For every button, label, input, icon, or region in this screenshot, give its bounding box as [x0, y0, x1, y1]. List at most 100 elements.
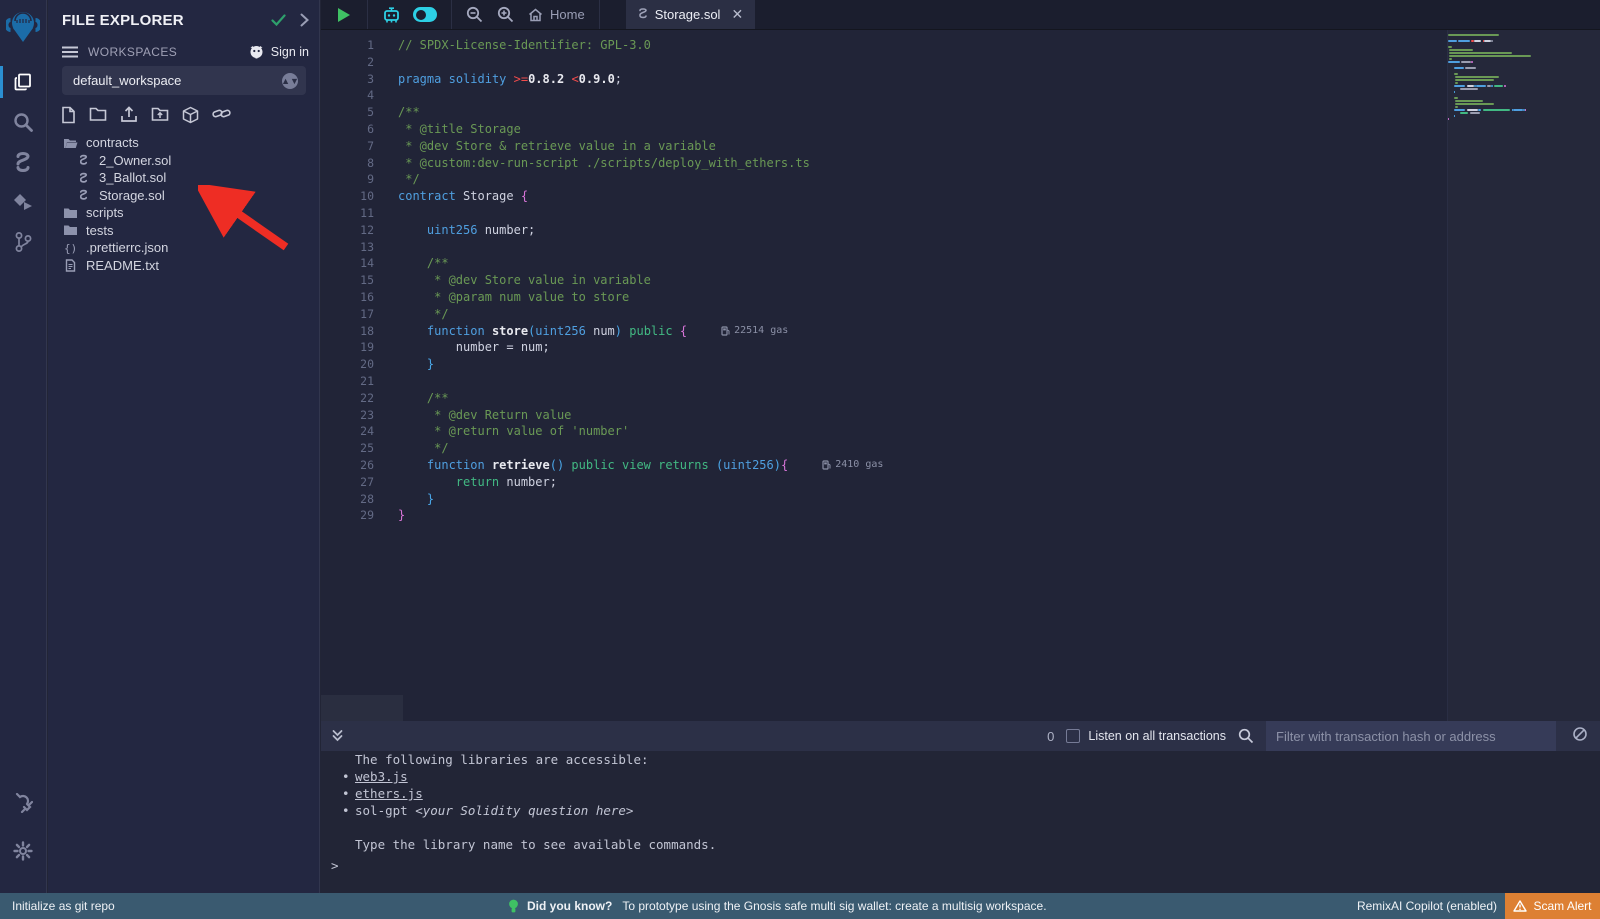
cube-icon[interactable]: [182, 106, 199, 124]
workspaces-label: WORKSPACES: [88, 45, 177, 59]
git-init-status[interactable]: Initialize as git repo: [12, 893, 115, 919]
terminal-line: The following libraries are accessible:: [321, 751, 1600, 768]
line-number: 20: [321, 356, 398, 373]
terminal-prompt[interactable]: >: [331, 858, 339, 873]
file-tree: contracts2_Owner.sol3_Ballot.solStorage.…: [48, 134, 319, 274]
upload-folder-icon[interactable]: [151, 106, 169, 124]
terminal-link[interactable]: web3.js: [355, 769, 408, 784]
transaction-count: 0: [1047, 729, 1054, 744]
file-tree-item-2-owner-sol[interactable]: 2_Owner.sol: [48, 152, 319, 170]
gas-estimate: 22514 gas: [721, 323, 788, 340]
code-line-17: 17 */: [321, 306, 1448, 323]
code-line-21: 21: [321, 373, 1448, 390]
code-line-4: 4: [321, 87, 1448, 104]
file-tree-item-readme-txt[interactable]: README.txt: [48, 257, 319, 275]
line-number: 5: [321, 104, 398, 121]
terminal-link[interactable]: ethers.js: [355, 786, 423, 801]
file-actions-toolbar: [61, 106, 231, 124]
file-tree-item-contracts[interactable]: contracts: [48, 134, 319, 152]
minimap[interactable]: [1448, 34, 1534, 121]
remix-logo-icon[interactable]: [3, 6, 43, 50]
did-you-know-tip: Did you know? To prototype using the Gno…: [508, 893, 1047, 919]
settings-icon[interactable]: [13, 831, 33, 871]
listen-checkbox[interactable]: [1066, 729, 1080, 743]
copilot-toggle[interactable]: [413, 7, 437, 22]
code-line-19: 19 number = num;: [321, 339, 1448, 356]
code-line-20: 20 }: [321, 356, 1448, 373]
upload-file-icon[interactable]: [120, 106, 138, 124]
file-tree-item-storage-sol[interactable]: Storage.sol: [48, 187, 319, 205]
chevron-right-icon[interactable]: [300, 13, 309, 27]
home-icon: [528, 8, 543, 22]
code-line-15: 15 * @dev Store value in variable: [321, 272, 1448, 289]
activity-bar: [0, 0, 47, 893]
line-number: 17: [321, 306, 398, 323]
line-number: 12: [321, 222, 398, 239]
file-icon: [63, 259, 78, 272]
code-line-5: 5/**: [321, 104, 1448, 121]
tab-storage-sol[interactable]: Storage.sol ✕: [626, 0, 756, 29]
new-folder-icon[interactable]: [89, 106, 107, 124]
file-label: README.txt: [86, 258, 159, 273]
file-tree-item--prettierrc-json[interactable]: {).prettierrc.json: [48, 239, 319, 257]
tab-label: Storage.sol: [655, 7, 721, 22]
line-number: 29: [321, 507, 398, 524]
ai-copilot-robot-icon[interactable]: [382, 6, 401, 24]
file-tree-item-3-ballot-sol[interactable]: 3_Ballot.sol: [48, 169, 319, 187]
run-script-button[interactable]: [337, 7, 351, 23]
file-tree-item-tests[interactable]: tests: [48, 222, 319, 240]
warning-icon: [1513, 900, 1527, 912]
code-line-6: 6 * @title Storage: [321, 121, 1448, 138]
editor-overview-strip: [1447, 30, 1600, 721]
home-tab-button[interactable]: Home: [528, 7, 585, 22]
hamburger-menu-icon[interactable]: [62, 46, 78, 58]
folder-open-icon: [63, 137, 78, 149]
terminal-output[interactable]: The following libraries are accessible:•…: [321, 751, 1600, 893]
plugin-manager-icon[interactable]: [13, 783, 33, 823]
file-tree-item-scripts[interactable]: scripts: [48, 204, 319, 222]
terminal-line: •sol-gpt <your Solidity question here>: [321, 802, 1600, 819]
line-number: 16: [321, 289, 398, 306]
code-line-7: 7 * @dev Store & retrieve value in a var…: [321, 138, 1448, 155]
listen-all-transactions: Listen on all transactions: [1066, 729, 1226, 743]
sign-in-button[interactable]: Sign in: [248, 45, 309, 59]
solidity-compiler-icon[interactable]: [0, 142, 46, 182]
code-line-8: 8 * @custom:dev-run-script ./scripts/dep…: [321, 155, 1448, 172]
solidity-file-icon: [638, 7, 648, 23]
zoom-in-icon[interactable]: [497, 6, 514, 23]
line-number: 25: [321, 440, 398, 457]
code-line-25: 25 */: [321, 440, 1448, 457]
editor-gutter-shade: [321, 695, 403, 721]
workspace-select[interactable]: default_workspace ▲▼: [62, 66, 306, 95]
terminal-header: 0 Listen on all transactions: [321, 721, 1600, 751]
code-line-14: 14 /**: [321, 255, 1448, 272]
tab-close-icon[interactable]: ✕: [731, 6, 743, 23]
folder-icon: [63, 207, 78, 219]
code-editor[interactable]: 1// SPDX-License-Identifier: GPL-3.023pr…: [321, 30, 1600, 721]
clear-console-icon[interactable]: [1568, 726, 1592, 746]
terminal-search-icon[interactable]: [1238, 728, 1254, 744]
line-number: 8: [321, 155, 398, 172]
folder-icon: [63, 224, 78, 236]
link-icon[interactable]: [212, 106, 231, 124]
file-explorer-panel: FILE EXPLORER WORKSPACES Sign: [48, 0, 320, 893]
new-file-icon[interactable]: [61, 106, 76, 124]
terminal-filter-input[interactable]: [1266, 721, 1556, 751]
line-number: 26: [321, 457, 398, 474]
search-icon[interactable]: [0, 102, 46, 142]
line-number: 11: [321, 205, 398, 222]
zoom-out-icon[interactable]: [466, 6, 483, 23]
terminal-collapse-icon[interactable]: [331, 729, 344, 743]
scam-alert-button[interactable]: Scam Alert: [1505, 893, 1600, 919]
line-number: 13: [321, 239, 398, 256]
git-icon[interactable]: [0, 222, 46, 262]
copilot-status[interactable]: RemixAI Copilot (enabled): [1357, 893, 1497, 919]
deploy-run-icon[interactable]: [0, 182, 46, 222]
file-explorer-icon[interactable]: [0, 62, 46, 102]
line-number: 14: [321, 255, 398, 272]
code-line-23: 23 * @dev Return value: [321, 407, 1448, 424]
line-number: 2: [321, 54, 398, 71]
code-line-26: 26 function retrieve() public view retur…: [321, 457, 1448, 474]
terminal-line: •web3.js: [321, 768, 1600, 785]
code-line-2: 2: [321, 54, 1448, 71]
